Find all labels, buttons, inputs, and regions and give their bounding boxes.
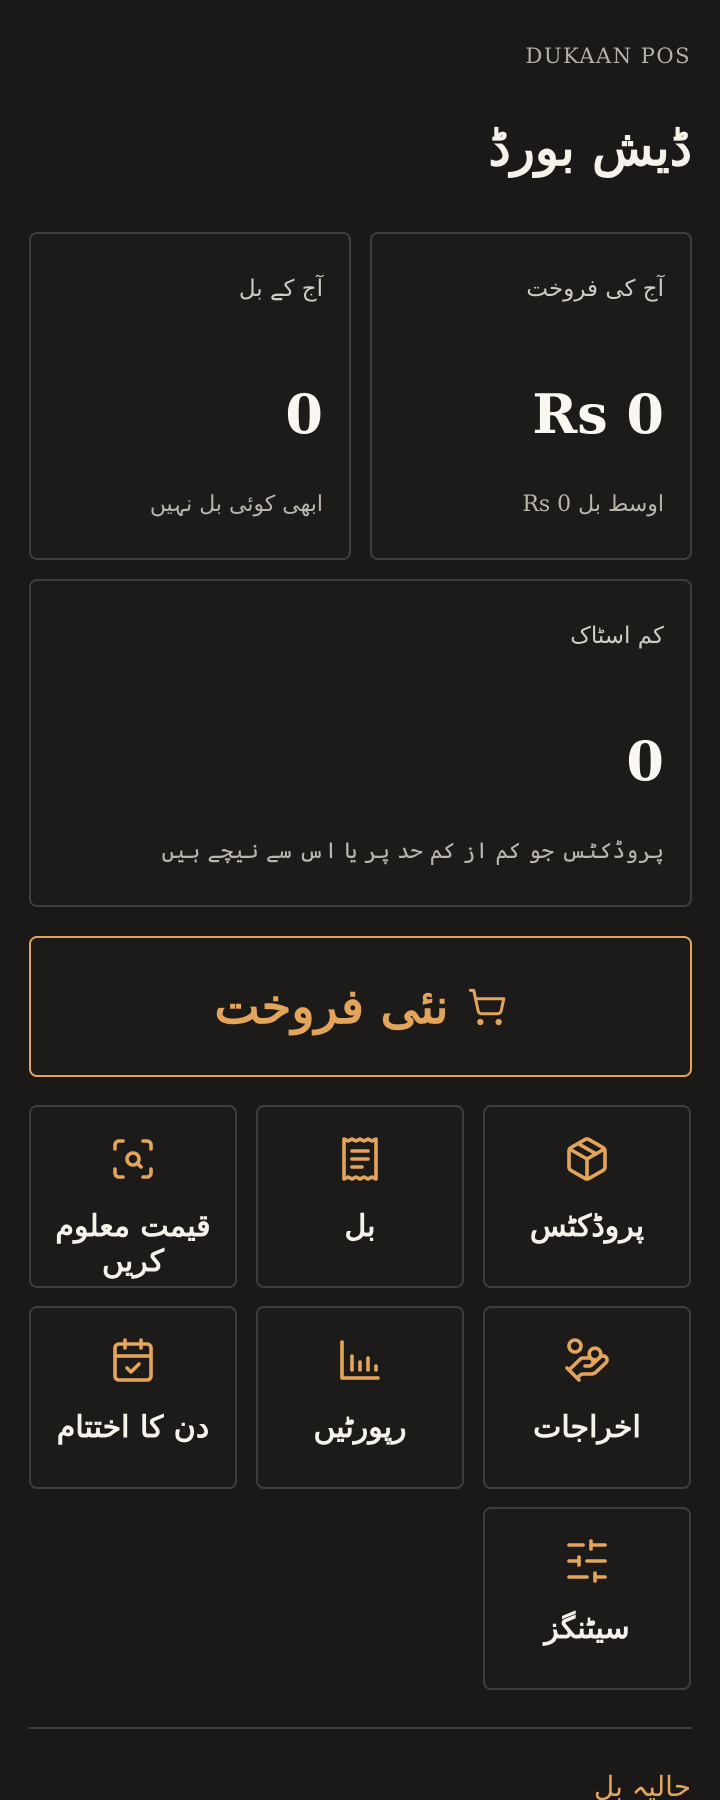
new-sale-button[interactable]: نئی فروخت xyxy=(29,936,692,1077)
recent-bills-heading: حالیہ بل xyxy=(593,1770,691,1800)
reports-label: رپورٹیں xyxy=(313,1410,407,1445)
today-bills-card: آج کے بل 0 ابھی کوئی بل نہیں xyxy=(29,232,351,560)
expenses-label: اخراجات xyxy=(533,1410,641,1445)
scan-search-icon xyxy=(113,1139,153,1179)
bar-chart-icon xyxy=(340,1340,380,1380)
cart-icon xyxy=(468,988,505,1025)
receipt-icon xyxy=(342,1137,378,1181)
hand-coins-icon xyxy=(565,1338,609,1382)
new-sale-label: نئی فروخت xyxy=(214,978,449,1035)
price-check-label: قیمت معلوم کریں xyxy=(55,1209,211,1279)
today-bills-subtext: ابھی کوئی بل نہیں xyxy=(149,492,323,517)
today-sales-card: آج کی فروخت Rs 0 اوسط بل Rs 0 xyxy=(370,232,692,560)
section-divider xyxy=(29,1727,692,1729)
today-sales-value: Rs 0 xyxy=(532,382,664,446)
reports-tile[interactable]: رپورٹیں xyxy=(256,1306,464,1489)
low-stock-card[interactable]: کم اسٹاک 0 پروڈکٹس جو کم از کم حد پر یا … xyxy=(29,579,692,907)
average-bill-text: اوسط بل Rs 0 xyxy=(522,492,664,517)
low-stock-label: کم اسٹاک xyxy=(570,623,664,649)
products-tile[interactable]: پروڈکٹس xyxy=(483,1105,691,1288)
low-stock-value: 0 xyxy=(626,729,664,793)
bills-label: بل xyxy=(344,1209,376,1244)
calendar-check-icon xyxy=(113,1338,153,1382)
bills-tile[interactable]: بل xyxy=(256,1105,464,1288)
expenses-tile[interactable]: اخراجات xyxy=(483,1306,691,1489)
today-bills-label: آج کے بل xyxy=(238,276,323,302)
sliders-icon xyxy=(567,1539,607,1583)
today-sales-label: آج کی فروخت xyxy=(526,276,664,302)
price-check-tile[interactable]: قیمت معلوم کریں xyxy=(29,1105,237,1288)
low-stock-subtext: پروڈکٹس جو کم از کم حد پر یا اس سے نیچے … xyxy=(161,839,664,864)
settings-tile[interactable]: سیٹنگز xyxy=(483,1507,691,1690)
day-end-label: دن کا اختتام xyxy=(56,1410,210,1445)
settings-label: سیٹنگز xyxy=(544,1611,630,1646)
dashboard-page: DUKAAN POS ڈیش بورڈ آج کی فروخت Rs 0 اوس… xyxy=(0,0,720,1800)
products-label: پروڈکٹس xyxy=(529,1209,645,1244)
day-end-tile[interactable]: دن کا اختتام xyxy=(29,1306,237,1489)
today-bills-value: 0 xyxy=(285,382,323,446)
box-icon xyxy=(567,1137,607,1181)
app-brand: DUKAAN POS xyxy=(525,44,691,68)
page-title: ڈیش بورڈ xyxy=(488,118,693,177)
